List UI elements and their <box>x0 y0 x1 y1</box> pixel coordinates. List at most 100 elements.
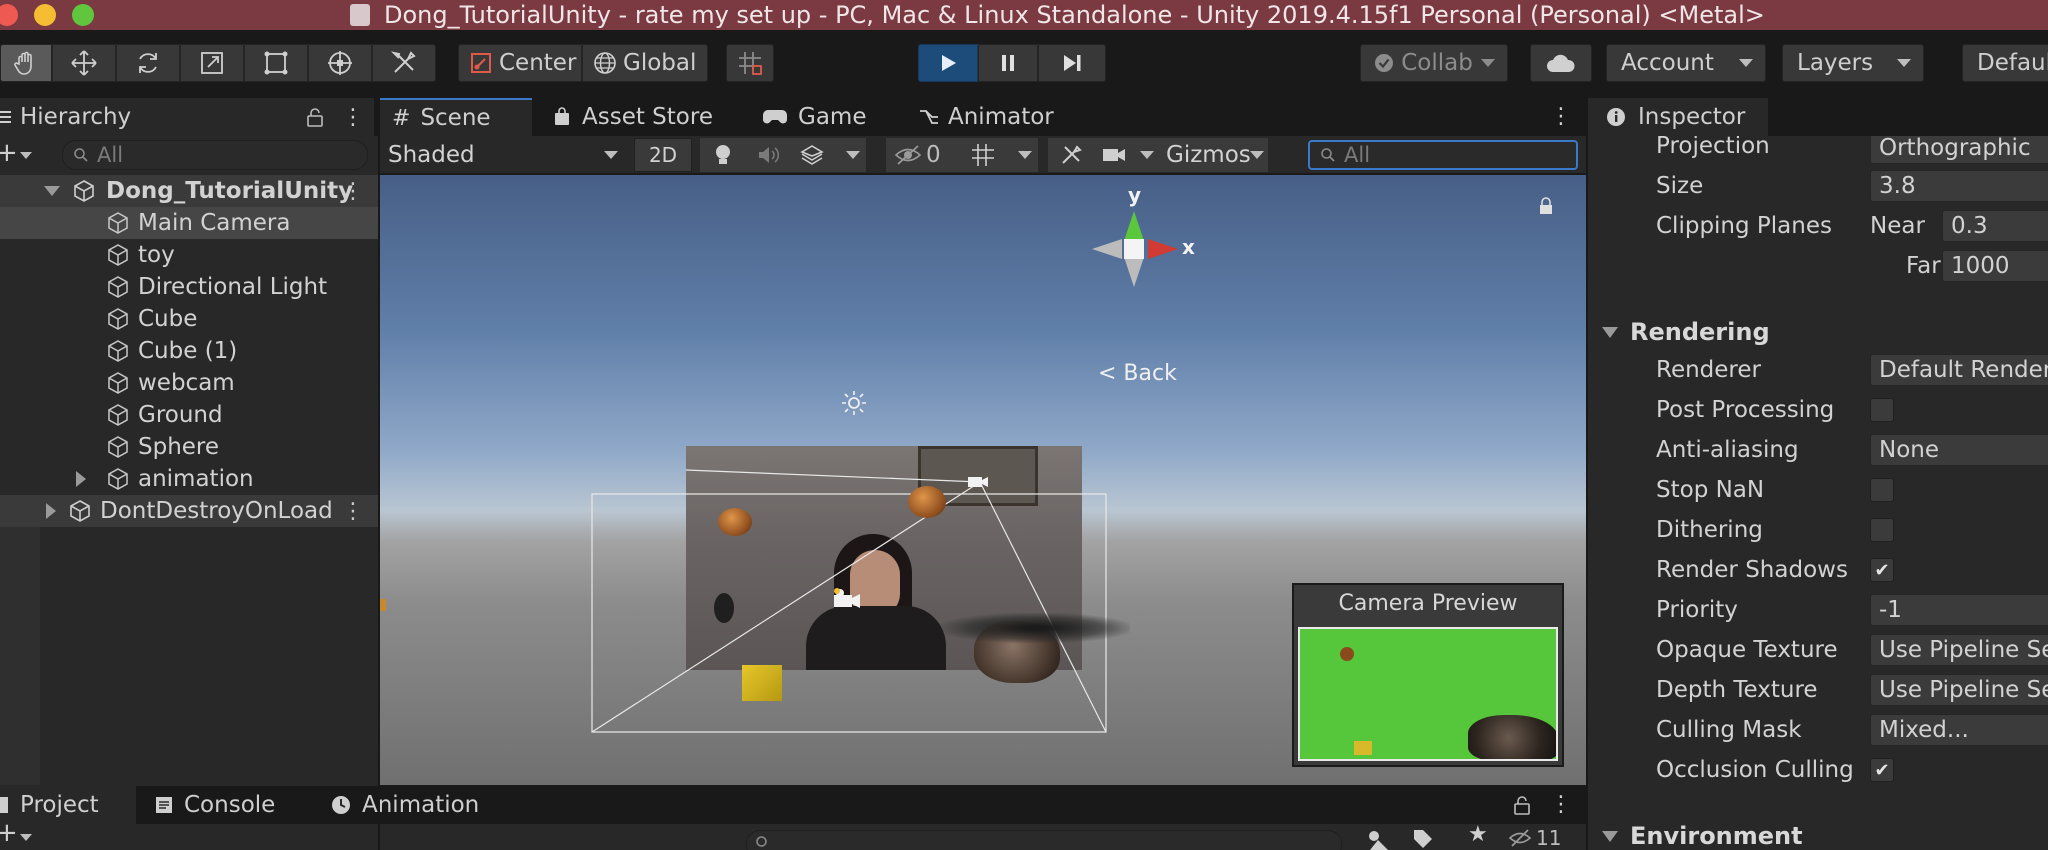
hidden-packages-toggle[interactable]: 11 <box>1508 826 1561 850</box>
cloud-button[interactable] <box>1530 44 1592 82</box>
step-button[interactable] <box>1038 44 1106 82</box>
expand-arrow-icon[interactable] <box>44 186 60 196</box>
environment-section-header[interactable]: Environment <box>1602 822 1803 850</box>
play-button[interactable] <box>918 44 978 82</box>
hierarchy-dontdestroyonload[interactable]: DontDestroyOnLoad ⋮ <box>0 495 378 527</box>
far-input[interactable]: 1000 <box>1942 250 2048 282</box>
tab-console[interactable]: Console <box>154 786 275 824</box>
yellow-cube-object[interactable] <box>742 665 782 701</box>
hierarchy-item-animation[interactable]: animation <box>0 463 378 495</box>
scene-inspector-divider[interactable] <box>1586 98 1588 850</box>
projection-dropdown[interactable]: Orthographic <box>1870 136 2048 164</box>
tab-asset-store[interactable]: Asset Store <box>552 98 713 136</box>
camera-gizmo-icon[interactable] <box>832 587 862 611</box>
favorite-star-icon[interactable]: ★ <box>1468 822 1488 847</box>
dithering-checkbox[interactable] <box>1870 518 1894 542</box>
project-search-input[interactable] <box>746 830 1342 850</box>
pivot-rotation-toggle[interactable]: Global <box>582 44 708 82</box>
zoom-window-button[interactable] <box>72 4 94 26</box>
gizmo-lock-icon[interactable] <box>1538 197 1554 215</box>
pivot-mode-toggle[interactable]: Center <box>458 44 582 82</box>
chevron-down-icon[interactable] <box>20 834 32 841</box>
tab-game[interactable]: Game <box>762 98 866 136</box>
rect-tool-button[interactable] <box>244 44 308 82</box>
expand-arrow-icon[interactable] <box>76 471 86 487</box>
size-input[interactable]: 3.8 <box>1870 170 2048 202</box>
renderer-dropdown[interactable]: Default Rendere <box>1870 354 2048 386</box>
move-tool-button[interactable] <box>52 44 116 82</box>
back-view-label[interactable]: < Back <box>1098 361 1177 386</box>
sphere-object[interactable] <box>718 508 752 536</box>
ddol-menu-kebab-icon[interactable]: ⋮ <box>342 499 364 524</box>
tab-project[interactable]: Project <box>0 786 136 824</box>
snap-grid-button[interactable] <box>726 44 774 82</box>
depth-texture-row: Depth Texture Use Pipeline Se <box>1588 670 2048 710</box>
scene-viewport[interactable]: y x < Back Camera Preview <box>380 175 1586 785</box>
expand-arrow-icon[interactable] <box>46 503 56 519</box>
hierarchy-scene-divider[interactable] <box>378 98 380 850</box>
gizmos-dropdown[interactable]: Gizmos <box>1158 138 1268 172</box>
stop-nan-checkbox[interactable] <box>1870 478 1894 502</box>
hierarchy-item-cube-1[interactable]: Cube (1) <box>0 335 378 367</box>
hierarchy-item-ground[interactable]: Ground <box>0 399 378 431</box>
effects-dropdown[interactable] <box>790 138 866 172</box>
editor-tools-toggle[interactable] <box>1048 138 1094 172</box>
lock-icon[interactable] <box>1514 795 1530 815</box>
tab-inspector[interactable]: Inspector <box>1588 98 1768 136</box>
orientation-gizmo[interactable]: y x <box>1080 183 1200 301</box>
hierarchy-search-input[interactable]: All <box>62 140 368 170</box>
hidden-objects-toggle[interactable]: 0 <box>886 138 962 172</box>
collab-dropdown[interactable]: Collab <box>1360 44 1508 82</box>
panel-menu-kebab-icon[interactable]: ⋮ <box>342 105 364 130</box>
tab-animator[interactable]: Animator <box>918 98 1054 136</box>
camera-settings-dropdown[interactable] <box>1094 138 1158 172</box>
label-tag-icon[interactable] <box>1412 828 1434 850</box>
post-processing-checkbox[interactable] <box>1870 398 1894 422</box>
2d-toggle[interactable]: 2D <box>634 138 692 172</box>
account-dropdown[interactable]: Account <box>1606 44 1766 82</box>
hierarchy-item-webcam[interactable]: webcam <box>0 367 378 399</box>
transform-tool-button[interactable] <box>308 44 372 82</box>
hierarchy-item-toy[interactable]: toy <box>0 239 378 271</box>
hand-tool-button[interactable] <box>0 44 52 82</box>
tab-hierarchy[interactable]: Hierarchy ⋮ <box>0 98 374 136</box>
render-shadows-checkbox[interactable]: ✔ <box>1870 558 1894 582</box>
minimize-window-button[interactable] <box>34 4 56 26</box>
shading-mode-dropdown[interactable]: Shaded <box>384 140 624 170</box>
add-asset-icon[interactable]: + <box>0 820 18 846</box>
chevron-down-icon[interactable] <box>20 152 32 159</box>
custom-tool-button[interactable] <box>372 44 436 82</box>
opaque-texture-dropdown[interactable]: Use Pipeline Se <box>1870 634 2048 666</box>
close-window-button[interactable] <box>0 4 18 26</box>
project-panel-kebab-icon[interactable]: ⋮ <box>1550 792 1572 817</box>
hierarchy-item-directional-light[interactable]: Directional Light <box>0 271 378 303</box>
hierarchy-item-main-camera[interactable]: Main Camera <box>0 207 378 239</box>
depth-texture-dropdown[interactable]: Use Pipeline Se <box>1870 674 2048 706</box>
scene-search-input[interactable]: All <box>1308 140 1578 170</box>
hierarchy-scene-root[interactable]: Dong_TutorialUnity ⋮ <box>0 175 378 207</box>
layers-dropdown[interactable]: Layers <box>1782 44 1924 82</box>
culling-mask-dropdown[interactable]: Mixed... <box>1870 714 2048 746</box>
grid-dropdown[interactable] <box>962 138 1038 172</box>
rendering-section-header[interactable]: Rendering <box>1602 318 1770 346</box>
scene-panel-kebab-icon[interactable]: ⋮ <box>1550 104 1572 129</box>
hierarchy-item-sphere[interactable]: Sphere <box>0 431 378 463</box>
scale-tool-button[interactable] <box>180 44 244 82</box>
near-input[interactable]: 0.3 <box>1942 210 2048 242</box>
anti-aliasing-dropdown[interactable]: None <box>1870 434 2048 466</box>
priority-row: Priority -1 <box>1588 590 2048 630</box>
occlusion-culling-checkbox[interactable]: ✔ <box>1870 758 1894 782</box>
hierarchy-item-cube[interactable]: Cube <box>0 303 378 335</box>
tab-scene[interactable]: # Scene <box>380 98 532 136</box>
add-object-icon[interactable]: + <box>0 138 18 168</box>
scene-menu-kebab-icon[interactable]: ⋮ <box>342 179 364 204</box>
tab-animation[interactable]: Animation <box>330 786 479 824</box>
priority-input[interactable]: -1 <box>1870 594 2048 626</box>
layout-dropdown[interactable]: Defaul <box>1962 44 2048 82</box>
filter-by-type-icon[interactable] <box>1366 828 1390 850</box>
sphere-object-2[interactable] <box>908 486 946 518</box>
audio-toggle[interactable] <box>746 138 790 172</box>
lighting-toggle[interactable] <box>700 138 746 172</box>
pause-button[interactable] <box>978 44 1038 82</box>
rotate-tool-button[interactable] <box>116 44 180 82</box>
